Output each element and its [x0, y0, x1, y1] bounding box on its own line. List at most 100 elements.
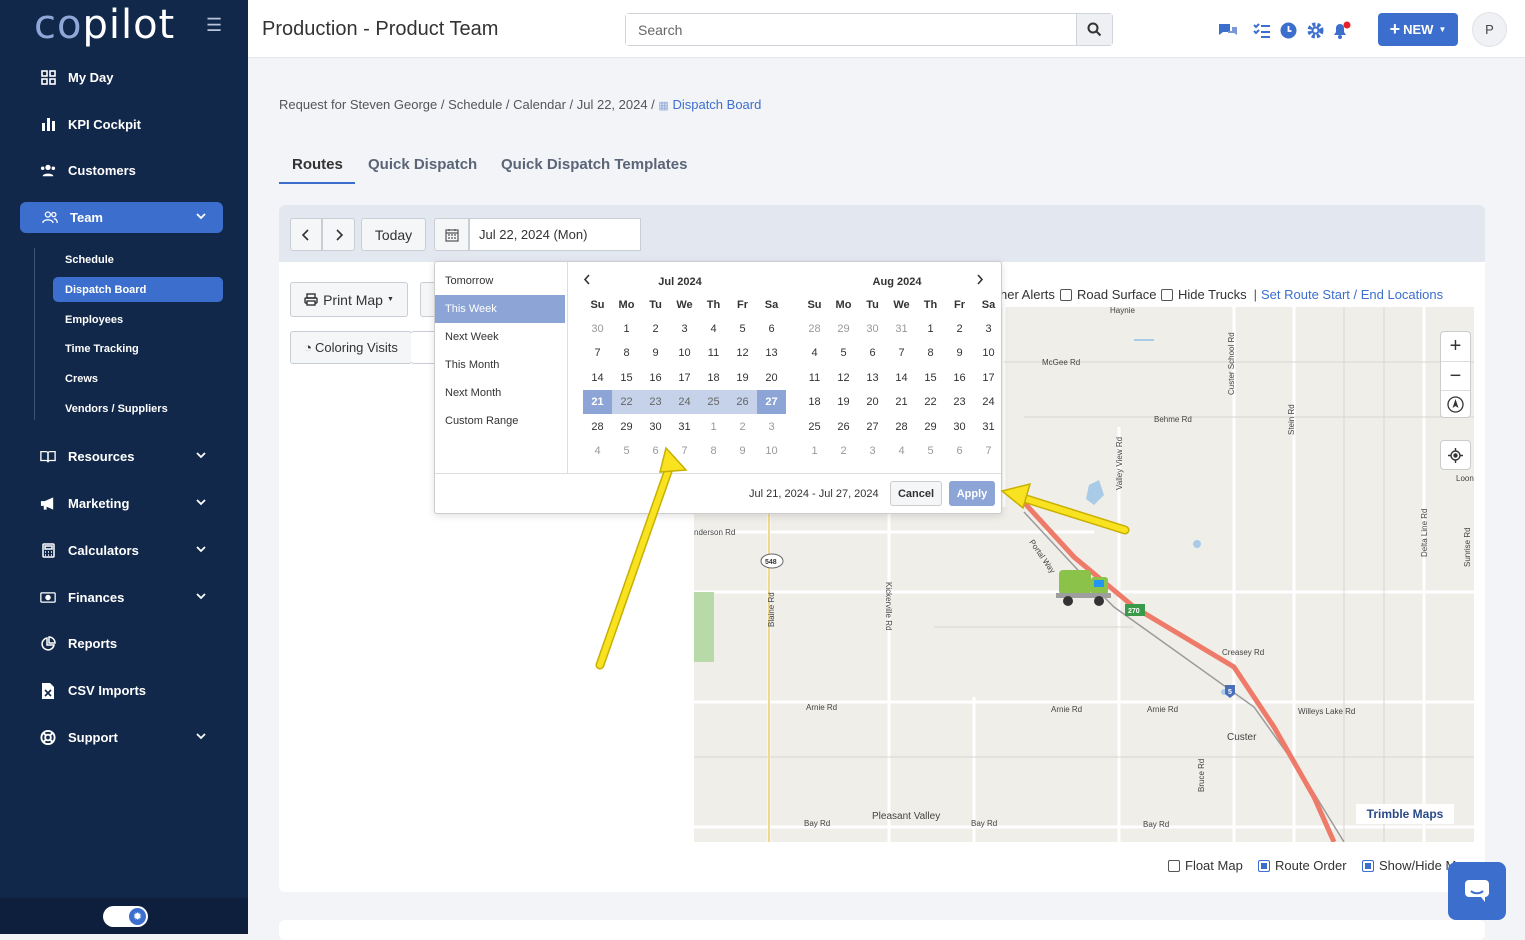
sidebar-item-support[interactable]: Support	[20, 722, 223, 753]
calendar-day[interactable]: 1	[916, 317, 945, 341]
calendar-day[interactable]: 12	[728, 341, 757, 365]
calendar-day[interactable]: 31	[974, 415, 1003, 439]
road-surface-option[interactable]: Road Surface	[1060, 287, 1157, 302]
date-input[interactable]: Jul 22, 2024 (Mon)	[469, 218, 641, 251]
road-surface-checkbox[interactable]	[1060, 288, 1072, 301]
calendar-day[interactable]: 22	[612, 390, 641, 415]
calendar-day[interactable]: 9	[641, 341, 670, 365]
bell-icon[interactable]	[1331, 20, 1351, 40]
calendar-day[interactable]: 28	[887, 415, 916, 439]
tab-quick-dispatch-templates[interactable]: Quick Dispatch Templates	[501, 156, 687, 173]
apply-button[interactable]: Apply	[949, 481, 995, 506]
calendar-day[interactable]: 8	[612, 341, 641, 365]
route-order-checkbox[interactable]	[1258, 859, 1270, 872]
calendar-day[interactable]: 8	[916, 341, 945, 365]
set-route-link[interactable]: Set Route Start / End Locations	[1261, 287, 1443, 302]
calendar-day[interactable]: 14	[887, 366, 916, 390]
calendar-day[interactable]: 2	[829, 439, 858, 463]
calendar-day[interactable]: 20	[858, 390, 887, 414]
today-button[interactable]: Today	[361, 218, 426, 251]
range-this-month[interactable]: This Month	[435, 351, 565, 379]
calendar-day[interactable]: 3	[757, 415, 786, 439]
calendar-day[interactable]: 5	[728, 317, 757, 341]
calendar-day[interactable]: 23	[641, 390, 670, 415]
calendar-day[interactable]: 2	[728, 415, 757, 439]
calendar-day[interactable]: 10	[974, 341, 1003, 365]
sidebar-item-team[interactable]: Team	[20, 202, 223, 233]
breadcrumb-current[interactable]: ▦ Dispatch Board	[658, 97, 761, 112]
calendar-day[interactable]: 5	[829, 341, 858, 365]
coloring-visits-button[interactable]: ◔ Coloring Visits	[290, 331, 412, 364]
calendar-day[interactable]: 27	[757, 390, 786, 415]
show-hide-checkbox[interactable]	[1362, 859, 1374, 872]
chat-widget-button[interactable]	[1448, 862, 1506, 920]
zoom-out-button[interactable]: −	[1441, 361, 1470, 390]
prev-day-button[interactable]	[290, 218, 322, 251]
calendar-day[interactable]: 6	[945, 439, 974, 463]
search-input[interactable]	[626, 14, 1066, 45]
calendar-day[interactable]: 8	[699, 439, 728, 463]
calendar-button[interactable]	[434, 218, 469, 251]
calendar-day[interactable]: 10	[670, 341, 699, 365]
calendar-day[interactable]: 3	[974, 317, 1003, 341]
sidebar-sub-schedule[interactable]: Schedule	[53, 247, 223, 272]
calendar-day[interactable]: 26	[728, 390, 757, 415]
calendar-day[interactable]: 6	[757, 317, 786, 341]
calendar-day[interactable]: 9	[945, 341, 974, 365]
sidebar-item-my-day[interactable]: My Day	[20, 62, 223, 93]
calendar-day[interactable]: 17	[670, 366, 699, 390]
calendar-day[interactable]: 4	[800, 341, 829, 365]
calendar-day[interactable]: 25	[800, 415, 829, 439]
calendar-day[interactable]: 4	[699, 317, 728, 341]
range-tomorrow[interactable]: Tomorrow	[435, 267, 565, 295]
calendar-day[interactable]: 30	[858, 317, 887, 341]
calendar-day[interactable]: 28	[583, 415, 612, 439]
calendar-day[interactable]: 23	[945, 390, 974, 414]
calendar-day[interactable]: 16	[641, 366, 670, 390]
calendar-day[interactable]: 27	[858, 415, 887, 439]
calendar-day[interactable]: 29	[612, 415, 641, 439]
calendar-day[interactable]: 3	[670, 317, 699, 341]
chat-icon[interactable]	[1218, 20, 1238, 40]
calendar-day[interactable]: 9	[728, 439, 757, 463]
gear-icon[interactable]	[1305, 20, 1325, 40]
calendar-day[interactable]: 4	[887, 439, 916, 463]
calendar-day[interactable]: 15	[916, 366, 945, 390]
calendar-day[interactable]: 5	[612, 439, 641, 463]
sidebar-sub-employees[interactable]: Employees	[53, 307, 223, 332]
calendar-day[interactable]: 2	[641, 317, 670, 341]
new-button[interactable]: + NEW ▼	[1378, 13, 1458, 46]
calendar-day[interactable]: 22	[916, 390, 945, 414]
calendar-day[interactable]: 12	[829, 366, 858, 390]
print-map-button[interactable]: Print Map ▼	[290, 282, 408, 317]
calendar-day[interactable]: 29	[829, 317, 858, 341]
calendar-day[interactable]: 30	[583, 317, 612, 341]
range-this-week[interactable]: This Week	[435, 295, 565, 323]
sidebar-sub-crews[interactable]: Crews	[53, 366, 223, 391]
calendar-day[interactable]: 31	[887, 317, 916, 341]
compass-button[interactable]	[1441, 390, 1470, 418]
calendar-day[interactable]: 4	[583, 439, 612, 463]
calendar-day[interactable]: 1	[612, 317, 641, 341]
sidebar-sub-vendors[interactable]: Vendors / Suppliers	[53, 396, 223, 421]
hide-trucks-checkbox[interactable]	[1161, 288, 1173, 301]
range-next-week[interactable]: Next Week	[435, 323, 565, 351]
sidebar-item-kpi-cockpit[interactable]: KPI Cockpit	[20, 109, 223, 140]
calendar-day[interactable]: 28	[800, 317, 829, 341]
sidebar-item-finances[interactable]: Finances	[20, 582, 223, 613]
calendar-day[interactable]: 14	[583, 366, 612, 390]
tab-quick-dispatch[interactable]: Quick Dispatch	[368, 156, 477, 173]
calendar-day[interactable]: 2	[945, 317, 974, 341]
sidebar-item-calculators[interactable]: Calculators	[20, 535, 223, 566]
calendar-day[interactable]: 29	[916, 415, 945, 439]
calendar-day[interactable]: 13	[858, 366, 887, 390]
float-map-checkbox[interactable]	[1168, 859, 1180, 872]
calendar-day[interactable]: 30	[641, 415, 670, 439]
calendar-day[interactable]: 10	[757, 439, 786, 463]
calendar-day[interactable]: 24	[974, 390, 1003, 414]
float-map-option[interactable]: Float Map	[1168, 858, 1243, 873]
calendar-day[interactable]: 21	[887, 390, 916, 414]
calendar-day[interactable]: 19	[829, 390, 858, 414]
calendar-day[interactable]: 31	[670, 415, 699, 439]
next-day-button[interactable]	[322, 218, 355, 251]
